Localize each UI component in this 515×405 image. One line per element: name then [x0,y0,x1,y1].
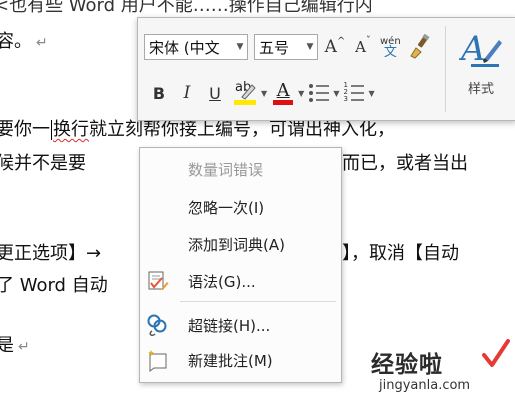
grow-font-icon: A [324,37,337,57]
toolbar-row-1: 宋体 (中文 ▼ 五号 ▼ A ^ Aˇ wén 文 [144,32,439,62]
paragraph-mark: ↵ [36,35,48,51]
highlight-icon: ab [232,80,258,106]
styles-button[interactable]: A 样式 [451,24,511,114]
highlight-color-button[interactable]: ab ▼ [232,80,267,106]
menu-item-label: 超链接(H)... [188,316,271,335]
toolbar-divider [445,26,446,112]
watermark: 经验啦 jingyanla.com [371,339,511,403]
menu-item-hyperlink[interactable]: 超链接(H)... [140,308,341,342]
doc-line-3: 要你一 换行就立刻帮你接上编号，可谓出神入化， [0,118,395,142]
format-painter-icon [409,33,430,59]
chevron-down-icon[interactable]: ▼ [233,42,247,52]
doc-line-2: 容。 ↵ [0,30,48,55]
grammar-check-icon [146,269,170,293]
underline-icon: U [209,83,221,103]
new-comment-icon [146,348,170,372]
highlight-color-bar [234,100,256,105]
doc-line-6: 了 Word 自动 [0,275,108,296]
font-size-combo[interactable]: 五号 ▼ [254,34,318,60]
doc-line-4-left: 候并不是要 [0,153,86,174]
numbering-button[interactable]: 1 2 3 ▼ [343,81,374,105]
font-color-icon: A [271,80,295,106]
phonetic-guide-char: 文 [383,45,397,60]
mini-toolbar: 宋体 (中文 ▼ 五号 ▼ A ^ Aˇ wén 文 B I U ab ▼ A … [137,17,515,121]
toolbar-row-2: B I U ab ▼ A ▼ ▼ 1 2 3 ▼ [148,78,379,108]
menu-item-ignore-once[interactable]: 忽略一次(I) [140,190,341,224]
font-name-combo[interactable]: 宋体 (中文 ▼ [144,34,248,60]
menu-item-label: 添加到词典(A) [188,235,285,254]
doc-line-7: 是 ↵ [0,334,30,359]
doc-line-4-right: 而已，或者当出 [342,153,468,174]
spelling-error-word[interactable]: 换行 [53,119,89,140]
menu-item-label: 数量词错误 [188,160,264,179]
check-icon [481,337,511,371]
doc-line-3-pre: 要你一 [0,119,50,140]
watermark-title: 经验啦 [371,352,443,378]
doc-line-2-text: 容。 [0,31,32,52]
menu-item-label: 语法(G)... [188,272,256,291]
bold-icon: B [152,83,166,103]
font-color-button[interactable]: A ▼ [271,80,304,106]
font-color-bar [273,100,294,105]
format-painter-button[interactable] [407,33,433,60]
chevron-down-icon[interactable]: ▼ [368,89,374,98]
menu-separator [180,301,336,302]
text-cursor [51,120,52,140]
font-size-value: 五号 [259,38,290,57]
menu-item-quantifier-error: 数量词错误 [140,152,341,186]
underline-button[interactable]: U [204,80,226,106]
bullets-button[interactable]: ▼ [308,81,339,105]
doc-line-5-left: 更正选项】→ [0,243,102,264]
menu-item-new-comment[interactable]: 新建批注(M) [140,343,341,377]
chevron-down-icon[interactable]: ▼ [333,89,339,98]
chevron-down-icon[interactable]: ▼ [298,89,304,98]
styles-icon: A [458,28,503,69]
chevron-down-icon[interactable]: ▼ [261,89,267,98]
svg-text:A: A [459,29,486,68]
doc-line-5-right: 】，取消【自动 [342,243,459,264]
shrink-font-icon: A [355,38,366,56]
menu-item-add-to-dictionary[interactable]: 添加到词典(A) [140,227,341,261]
paragraph-mark: ↵ [18,339,30,355]
doc-line-1: <也有些 Word 用户不能……操作自己编辑行内 [0,0,373,16]
bold-button[interactable]: B [148,80,170,106]
phonetic-guide-button[interactable]: wén 文 [380,36,401,60]
bullet-list-icon [308,81,330,105]
styles-label: 样式 [467,82,494,97]
doc-line-7-text: 是 [0,335,14,356]
menu-item-grammar[interactable]: 语法(G)... [140,264,341,298]
doc-line-3-post: 就立刻帮你接上编号，可谓出神入化， [89,119,395,140]
hyperlink-icon [146,313,170,337]
chevron-down-icon[interactable]: ▼ [303,42,317,52]
italic-button[interactable]: I [176,80,198,106]
watermark-url: jingyanla.com [379,378,471,393]
menu-item-label: 忽略一次(I) [188,198,265,217]
italic-icon: I [183,83,191,103]
font-name-value: 宋体 (中文 [149,38,220,57]
numbered-list-icon: 1 2 3 [343,81,365,105]
context-menu: 数量词错误 忽略一次(I) 添加到词典(A) 语法(G)... 超链接(H)..… [139,147,342,383]
menu-item-label: 新建批注(M) [188,351,273,370]
shrink-font-button[interactable]: Aˇ [352,34,374,60]
grow-font-button[interactable]: A ^ [324,34,346,60]
